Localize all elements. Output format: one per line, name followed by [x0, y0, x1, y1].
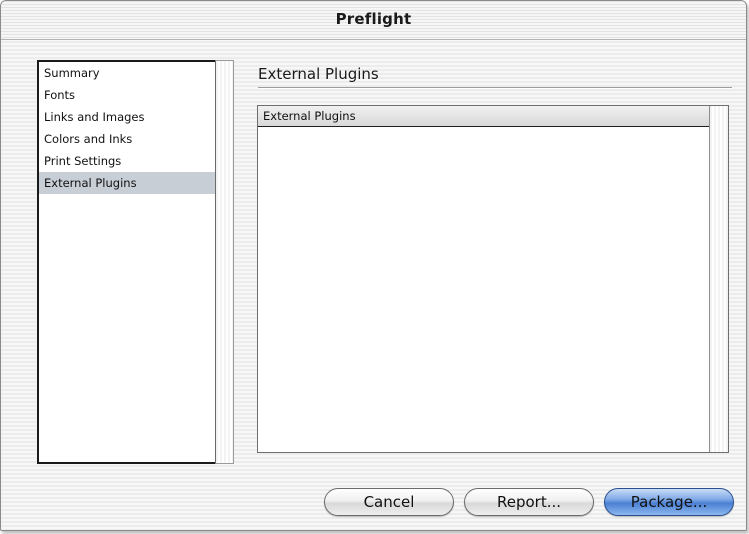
section-divider	[258, 87, 732, 89]
category-item-links-and-images[interactable]: Links and Images	[39, 106, 215, 128]
section-title: External Plugins	[258, 65, 379, 83]
category-item-external-plugins[interactable]: External Plugins	[39, 172, 215, 194]
category-list-scrollbar[interactable]	[215, 60, 234, 464]
table-scrollbar[interactable]	[709, 106, 728, 452]
report-button[interactable]: Report...	[464, 488, 594, 516]
category-item-colors-and-inks[interactable]: Colors and Inks	[39, 128, 215, 150]
category-item-print-settings[interactable]: Print Settings	[39, 150, 215, 172]
cancel-button[interactable]: Cancel	[324, 488, 454, 516]
preflight-dialog: Preflight Summary Fonts Links and Images…	[0, 0, 747, 531]
category-list[interactable]: Summary Fonts Links and Images Colors an…	[37, 60, 217, 464]
window-title: Preflight	[335, 10, 412, 28]
package-button[interactable]: Package...	[604, 488, 734, 516]
title-bar[interactable]: Preflight	[1, 1, 746, 40]
category-item-fonts[interactable]: Fonts	[39, 84, 215, 106]
table-body[interactable]	[258, 127, 709, 452]
plugins-table[interactable]: External Plugins	[257, 105, 729, 453]
category-item-summary[interactable]: Summary	[39, 62, 215, 84]
column-header-external-plugins[interactable]: External Plugins	[258, 106, 709, 127]
